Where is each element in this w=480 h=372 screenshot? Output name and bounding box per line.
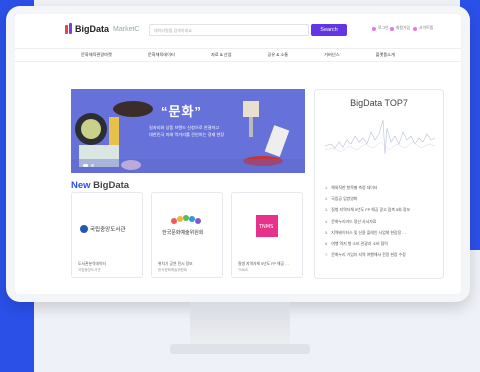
card-title: 도서관분석데이터 [78, 262, 106, 266]
top7-panel: BigData TOP7 1. 해외직판 항목별 측정 데이터 2. 국립공 입방영… [314, 89, 444, 279]
card-thumbnail: 국립중앙도서관 [76, 197, 138, 259]
card-source: 한국문화예술위원회 [158, 268, 187, 272]
login-link[interactable]: 로그인 [372, 26, 388, 31]
card-logo-text: TNMS [258, 224, 273, 230]
card-logo-text: 국립중앙도서관 [90, 225, 125, 233]
top7-sparkline [325, 119, 435, 155]
signup-link[interactable]: 회원가입 [390, 26, 410, 31]
dataset-card[interactable]: TNMS 질병 지역자체 5년도 FP 해공 … TNMS [231, 192, 303, 278]
browser-screen: BigData MarketC 데이터명을 검색하세요 Search 로그인 회… [15, 14, 461, 294]
card-thumbnail: 한국문화예술위원회 [156, 197, 218, 259]
top7-item[interactable]: 3. 질병 지역자체 5년도 FP 해공 광고 접촉 5회 정보 [325, 204, 437, 215]
card-title: 위치기 공연 전시 정보 [158, 262, 193, 266]
card-thumbnail: TNMS [236, 197, 298, 259]
user-icon [372, 26, 376, 31]
signup-icon [390, 26, 394, 31]
card-source: 국립중앙도서관 [78, 268, 101, 272]
logo-subtext: MarketC [113, 25, 140, 33]
nav-item[interactable]: 공유 & 소통 [268, 52, 289, 58]
nav-item[interactable]: 문화체육데이터 [148, 52, 175, 58]
main-nav: 문화체육관광마켓 문화체육데이터 자료 & 산업 공유 & 소통 거버넌스 플랫… [15, 48, 461, 62]
search-button[interactable]: Search [311, 24, 347, 36]
sitemap-link[interactable]: 사이트맵 [413, 26, 433, 31]
nav-item[interactable]: 자료 & 산업 [211, 52, 232, 58]
card-source: TNMS [238, 268, 248, 272]
logo-icon [65, 23, 73, 35]
banner-text: 일자리와 상품 브랜드 신청으로 연결하고 [149, 125, 220, 130]
top7-title: BigData TOP7 [350, 98, 408, 108]
nav-item[interactable]: 거버넌스 [324, 52, 339, 58]
top7-item[interactable]: 6. 여행 역지 형 소비 관광과 소비 협력 [325, 238, 437, 249]
search-input[interactable]: 데이터명을 검색하세요 [149, 24, 309, 36]
monitor-stand [190, 302, 290, 350]
card-title: 질병 지역자체 5년도 FP 해공 … [238, 262, 289, 266]
banner-text: 대한민국 미래 먹거리를 견인하는 경제 현장 [149, 132, 225, 137]
top7-item[interactable]: 4. 문화누리카드 정산 사서자료 [325, 216, 437, 227]
top7-item[interactable]: 2. 국립공 입방영화 [325, 193, 437, 204]
sitemap-icon [413, 26, 417, 31]
monitor-frame: BigData MarketC 데이터명을 검색하세요 Search 로그인 회… [6, 6, 470, 302]
nav-item[interactable]: 플랫폼소개 [376, 52, 395, 58]
logo-text: BigData [75, 24, 110, 34]
dataset-card[interactable]: 국립중앙도서관 도서관분석데이터 국립중앙도서관 [71, 192, 143, 278]
hero-banner[interactable]: “문화” 일자리와 상품 브랜드 신청으로 연결하고 대한민국 미래 먹거리를 … [71, 89, 305, 173]
logo[interactable]: BigData MarketC [65, 23, 139, 35]
top7-item[interactable]: 5. 지역베이터스 및 신용 플레인 사업체 현장정 … [325, 227, 437, 238]
header: BigData MarketC 데이터명을 검색하세요 Search 로그인 회… [15, 14, 461, 44]
top7-item[interactable]: 7. 문화누리 가입자 지역 여행해서 전망 현장 수정 [325, 249, 437, 260]
dataset-card[interactable]: 한국문화예술위원회 위치기 공연 전시 정보 한국문화예술위원회 [151, 192, 223, 278]
banner-pagination[interactable] [83, 164, 94, 167]
banner-title: “문화” [161, 104, 202, 119]
monitor-base [170, 344, 310, 354]
new-bigdata-title: New BigData [71, 180, 130, 191]
nav-item[interactable]: 문화체육관광마켓 [81, 52, 112, 58]
top7-item[interactable]: 1. 해외직판 항목별 측정 데이터 [325, 182, 437, 193]
card-logo-text: 한국문화예술위원회 [162, 229, 203, 236]
top7-list: 1. 해외직판 항목별 측정 데이터 2. 국립공 입방영화 3. 질병 지역자체 5… [325, 182, 437, 260]
